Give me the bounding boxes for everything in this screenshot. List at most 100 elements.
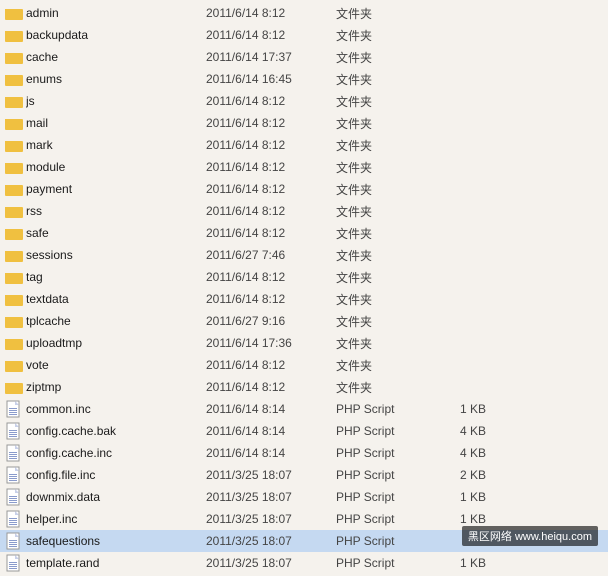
file-name: textdata [26,292,206,306]
file-name: module [26,160,206,174]
list-item[interactable]: helper.inc2011/3/25 18:07PHP Script1 KB [0,508,608,530]
file-date: 2011/3/25 18:07 [206,490,336,504]
file-name: common.inc [26,402,206,416]
file-name: sessions [26,248,206,262]
file-type: PHP Script [336,534,426,548]
list-item[interactable]: tag2011/6/14 8:12文件夹 [0,266,608,288]
list-item[interactable]: admin2011/6/14 8:12文件夹 [0,2,608,24]
folder-icon [5,94,23,108]
file-type: 文件夹 [336,247,426,264]
file-type: 文件夹 [336,269,426,286]
folder-icon [5,50,23,64]
php-icon [6,488,22,506]
file-name: template.rand [26,556,206,570]
file-size: 1 KB [426,402,486,416]
file-date: 2011/6/14 8:12 [206,380,336,394]
folder-icon [5,72,23,86]
file-size: 1 KB [426,556,486,570]
list-item[interactable]: ziptmp2011/6/14 8:12文件夹 [0,376,608,398]
folder-icon [5,380,23,394]
list-item[interactable]: common.inc2011/6/14 8:14PHP Script1 KB [0,398,608,420]
file-type: 文件夹 [336,313,426,330]
file-type: 文件夹 [336,115,426,132]
file-date: 2011/6/14 8:14 [206,446,336,460]
file-type: 文件夹 [336,203,426,220]
file-date: 2011/6/14 8:12 [206,116,336,130]
folder-icon [5,314,23,328]
folder-icon [5,28,23,42]
list-item[interactable]: config.file.inc2011/3/25 18:07PHP Script… [0,464,608,486]
folder-icon [5,182,23,196]
file-date: 2011/6/14 16:45 [206,72,336,86]
list-item[interactable]: enums2011/6/14 16:45文件夹 [0,68,608,90]
folder-icon [5,248,23,262]
file-type: 文件夹 [336,181,426,198]
file-type: 文件夹 [336,71,426,88]
file-name: enums [26,72,206,86]
file-type: 文件夹 [336,27,426,44]
file-date: 2011/6/14 8:12 [206,94,336,108]
folder-icon [5,160,23,174]
list-item[interactable]: sessions2011/6/27 7:46文件夹 [0,244,608,266]
folder-icon [5,6,23,20]
file-type: 文件夹 [336,357,426,374]
file-type: 文件夹 [336,137,426,154]
list-item[interactable]: module2011/6/14 8:12文件夹 [0,156,608,178]
file-date: 2011/6/14 17:37 [206,50,336,64]
file-name: tplcache [26,314,206,328]
file-size: 2 KB [426,468,486,482]
file-type: PHP Script [336,556,426,570]
file-type: 文件夹 [336,159,426,176]
file-date: 2011/6/27 7:46 [206,248,336,262]
file-type: 文件夹 [336,379,426,396]
file-type: PHP Script [336,490,426,504]
list-item[interactable]: backupdata2011/6/14 8:12文件夹 [0,24,608,46]
list-item[interactable]: tplcache2011/6/27 9:16文件夹 [0,310,608,332]
list-item[interactable]: vote2011/6/14 8:12文件夹 [0,354,608,376]
file-name: config.file.inc [26,468,206,482]
file-type: 文件夹 [336,225,426,242]
list-item[interactable]: config.cache.inc2011/6/14 8:14PHP Script… [0,442,608,464]
file-name: downmix.data [26,490,206,504]
list-item[interactable]: cache2011/6/14 17:37文件夹 [0,46,608,68]
list-item[interactable]: template.rand2011/3/25 18:07PHP Script1 … [0,552,608,574]
list-item[interactable]: uploadtmp2011/6/14 17:36文件夹 [0,332,608,354]
folder-icon [5,358,23,372]
file-name: admin [26,6,206,20]
list-item[interactable]: config.cache.bak2011/6/14 8:14PHP Script… [0,420,608,442]
file-name: cache [26,50,206,64]
list-item[interactable]: payment2011/6/14 8:12文件夹 [0,178,608,200]
file-type: PHP Script [336,512,426,526]
file-date: 2011/6/27 9:16 [206,314,336,328]
folder-icon [5,270,23,284]
file-name: helper.inc [26,512,206,526]
file-type: PHP Script [336,446,426,460]
file-name: safequestions [26,534,206,548]
list-item[interactable]: safe2011/6/14 8:12文件夹 [0,222,608,244]
file-date: 2011/6/14 8:12 [206,358,336,372]
list-item[interactable]: mark2011/6/14 8:12文件夹 [0,134,608,156]
file-name: mark [26,138,206,152]
file-name: tag [26,270,206,284]
php-icon [6,400,22,418]
file-date: 2011/6/14 17:36 [206,336,336,350]
file-type: 文件夹 [336,93,426,110]
file-date: 2011/3/25 18:07 [206,512,336,526]
file-name: safe [26,226,206,240]
list-item[interactable]: rss2011/6/14 8:12文件夹 [0,200,608,222]
file-date: 2011/3/25 18:07 [206,556,336,570]
list-item[interactable]: safequestions2011/3/25 18:07PHP Script [0,530,608,552]
list-item[interactable]: downmix.data2011/3/25 18:07PHP Script1 K… [0,486,608,508]
list-item[interactable]: mail2011/6/14 8:12文件夹 [0,112,608,134]
file-date: 2011/6/14 8:14 [206,402,336,416]
list-item[interactable]: js2011/6/14 8:12文件夹 [0,90,608,112]
php-icon [6,444,22,462]
php-icon [6,532,22,550]
file-size: 1 KB [426,512,486,526]
file-name: vote [26,358,206,372]
list-item[interactable]: textdata2011/6/14 8:12文件夹 [0,288,608,310]
file-date: 2011/6/14 8:14 [206,424,336,438]
file-size: 4 KB [426,446,486,460]
file-date: 2011/6/14 8:12 [206,204,336,218]
file-name: ziptmp [26,380,206,394]
